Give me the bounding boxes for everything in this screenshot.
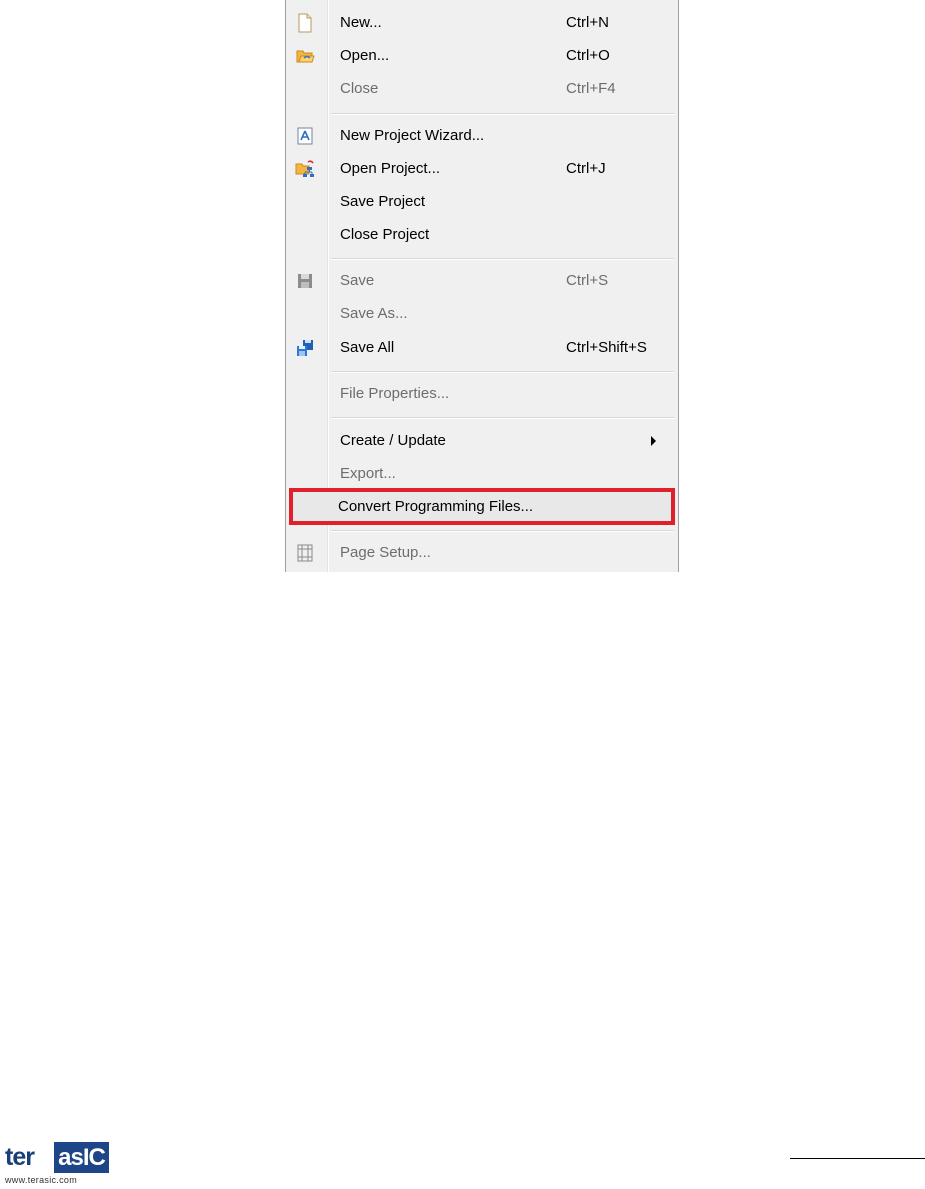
- menu-separator: [331, 371, 674, 373]
- page-setup-icon: [295, 543, 315, 563]
- terasic-logo: ter asIC www.terasic.com: [5, 1140, 109, 1186]
- menu-item-label: New Project Wizard...: [340, 127, 485, 144]
- menu-item-label: Save Project: [340, 193, 426, 210]
- menu-item-page-setup[interactable]: Page Setup...: [288, 537, 676, 569]
- logo-url: www.terasic.com: [5, 1175, 78, 1185]
- project-wizard-icon: [295, 126, 315, 146]
- menu-item-shortcut: Ctrl+J: [566, 160, 606, 177]
- menu-item-close[interactable]: Close Ctrl+F4: [288, 73, 676, 105]
- menu-separator: [331, 417, 674, 419]
- menu-item-save-as[interactable]: Save As...: [288, 298, 676, 330]
- new-file-icon: [295, 13, 315, 33]
- menu-separator: [331, 258, 674, 260]
- menu-item-label: New...: [340, 14, 382, 31]
- menu-item-shortcut: Ctrl+N: [566, 14, 609, 31]
- save-icon: [295, 271, 315, 291]
- submenu-arrow-icon: [651, 436, 656, 446]
- menu-item-label: Save All: [340, 339, 395, 356]
- menu-item-new-project-wizard[interactable]: New Project Wizard...: [288, 120, 676, 152]
- logo-text-left: ter: [5, 1140, 53, 1174]
- menu-separator: [331, 530, 674, 532]
- menu-item-label: Close: [340, 80, 379, 97]
- menu-item-label: Open Project...: [340, 160, 441, 177]
- footer-rule: [790, 1158, 925, 1159]
- menu-item-label: Create / Update: [340, 432, 446, 449]
- menu-item-shortcut: Ctrl+Shift+S: [566, 339, 647, 356]
- menu-item-label: Export...: [340, 465, 396, 482]
- menu-item-close-project[interactable]: Close Project: [288, 219, 676, 251]
- menu-item-save-all[interactable]: Save All Ctrl+Shift+S: [288, 332, 676, 364]
- menu-item-label: Page Setup...: [340, 544, 431, 561]
- menu-item-label: Close Project: [340, 226, 430, 243]
- menu-item-open-project[interactable]: Open Project... Ctrl+J: [288, 153, 676, 185]
- menu-item-label: Save: [340, 272, 375, 289]
- logo-mark: ter asIC: [5, 1140, 109, 1174]
- save-all-icon: [295, 338, 315, 358]
- menu-item-label: Save As...: [340, 305, 408, 322]
- menu-item-label: Open...: [340, 47, 390, 64]
- menu-item-save[interactable]: Save Ctrl+S: [288, 265, 676, 297]
- menu-item-open[interactable]: Open... Ctrl+O: [288, 40, 676, 72]
- menu-item-label: File Properties...: [340, 385, 450, 402]
- menu-item-shortcut: Ctrl+F4: [566, 80, 616, 97]
- open-folder-icon: [295, 46, 315, 66]
- menu-item-export[interactable]: Export...: [288, 458, 676, 490]
- menu-item-create-update[interactable]: Create / Update: [288, 425, 676, 457]
- file-menu: New... Ctrl+N Open... Ctrl+O Close Ctrl+…: [285, 0, 679, 572]
- highlight-box: [289, 488, 675, 525]
- menu-separator: [331, 113, 674, 115]
- menu-item-shortcut: Ctrl+S: [566, 272, 609, 289]
- menu-item-new[interactable]: New... Ctrl+N: [288, 7, 676, 39]
- menu-item-shortcut: Ctrl+O: [566, 47, 610, 64]
- menu-item-save-project[interactable]: Save Project: [288, 186, 676, 218]
- menu-item-file-properties[interactable]: File Properties...: [288, 378, 676, 410]
- logo-text-right: asIC: [54, 1142, 109, 1173]
- open-project-icon: [295, 159, 315, 179]
